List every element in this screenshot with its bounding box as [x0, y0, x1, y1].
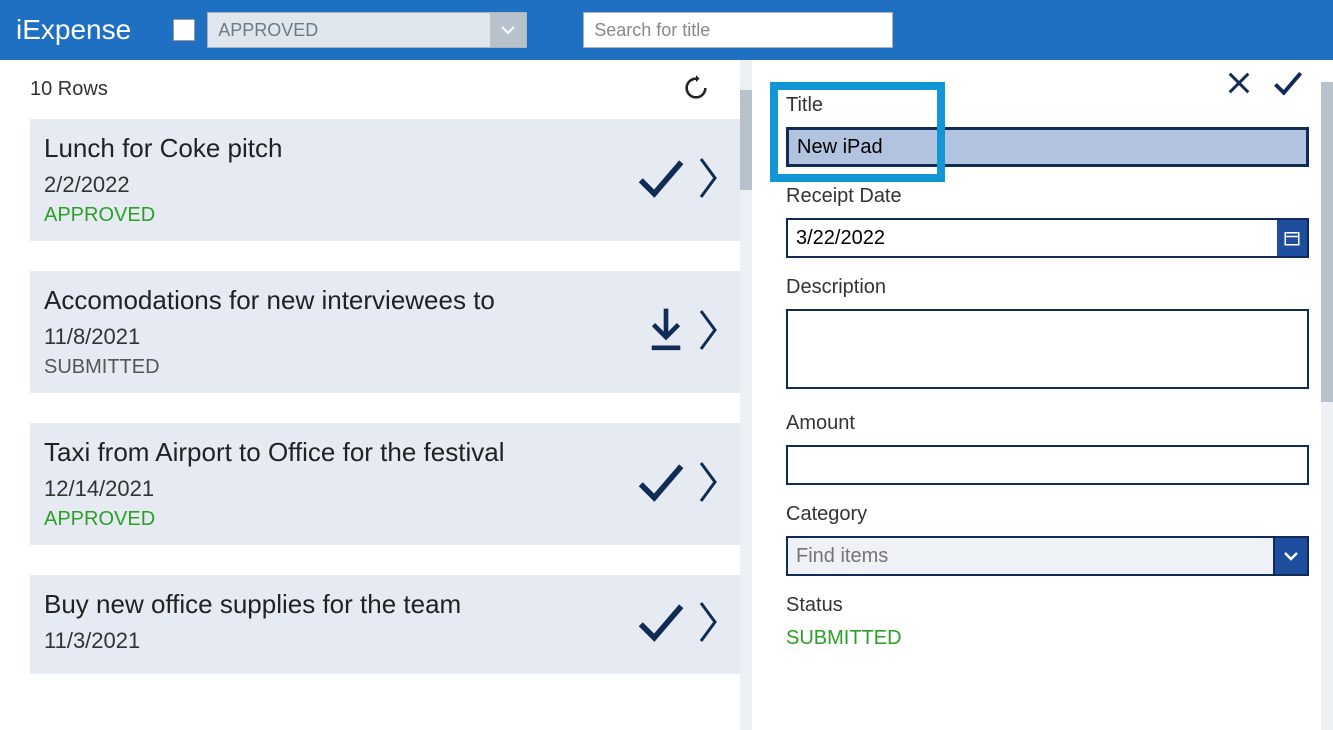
date-picker-button[interactable]	[1277, 218, 1309, 258]
row-count: 10 Rows	[30, 78, 740, 101]
item-status: SUBMITTED	[44, 356, 644, 379]
search-input[interactable]	[583, 12, 893, 48]
chevron-right-icon[interactable]	[696, 459, 722, 510]
description-label: Description	[786, 276, 1309, 299]
check-icon	[634, 151, 688, 210]
title-input[interactable]	[786, 127, 1309, 167]
detail-form-panel: Title Receipt Date Description Amount	[752, 60, 1333, 730]
app-title: iExpense	[16, 14, 131, 46]
calendar-icon	[1283, 229, 1301, 247]
category-label: Category	[786, 503, 1309, 526]
main-content: 10 Rows Lunch for Coke pitch 2/2/2022 AP…	[0, 60, 1333, 730]
list-item[interactable]: Buy new office supplies for the team 11/…	[30, 575, 740, 674]
status-filter-value: APPROVED	[218, 20, 318, 41]
category-input[interactable]	[786, 536, 1275, 576]
item-date: 2/2/2022	[44, 172, 634, 198]
item-title: Lunch for Coke pitch	[44, 133, 634, 164]
download-icon	[644, 305, 688, 360]
chevron-right-icon[interactable]	[696, 599, 722, 650]
item-title: Accomodations for new interviewees to	[44, 285, 644, 316]
check-icon	[634, 455, 688, 514]
status-filter-dropdown[interactable]: APPROVED	[207, 12, 527, 48]
item-date: 11/8/2021	[44, 324, 644, 350]
chevron-right-icon[interactable]	[696, 155, 722, 206]
scrollbar-thumb[interactable]	[740, 90, 752, 190]
chevron-down-icon	[1283, 548, 1299, 564]
status-value: SUBMITTED	[786, 627, 1309, 650]
status-label: Status	[786, 594, 1309, 617]
refresh-icon	[682, 74, 710, 102]
expense-list-panel: 10 Rows Lunch for Coke pitch 2/2/2022 AP…	[0, 60, 740, 730]
top-bar: iExpense APPROVED	[0, 0, 1333, 60]
filter-checkbox[interactable]	[173, 19, 195, 41]
item-title: Buy new office supplies for the team	[44, 589, 634, 620]
description-input[interactable]	[786, 309, 1309, 389]
list-item[interactable]: Lunch for Coke pitch 2/2/2022 APPROVED	[30, 119, 740, 241]
list-scrollbar[interactable]	[740, 60, 752, 730]
item-status: APPROVED	[44, 204, 634, 227]
scrollbar-thumb[interactable]	[1321, 82, 1333, 402]
form-scrollbar[interactable]	[1321, 82, 1333, 730]
item-title: Taxi from Airport to Office for the fest…	[44, 437, 634, 468]
list-item[interactable]: Accomodations for new interviewees to 11…	[30, 271, 740, 393]
item-date: 12/14/2021	[44, 476, 634, 502]
check-icon	[634, 595, 688, 654]
item-date: 11/3/2021	[44, 628, 634, 654]
item-status: APPROVED	[44, 508, 634, 531]
amount-input[interactable]	[786, 445, 1309, 485]
refresh-button[interactable]	[682, 74, 710, 110]
receipt-date-input[interactable]	[786, 218, 1277, 258]
amount-label: Amount	[786, 412, 1309, 435]
category-dropdown-button[interactable]	[1275, 536, 1309, 576]
chevron-down-icon	[490, 13, 526, 47]
list-item[interactable]: Taxi from Airport to Office for the fest…	[30, 423, 740, 545]
chevron-right-icon[interactable]	[696, 307, 722, 358]
expense-list: Lunch for Coke pitch 2/2/2022 APPROVED A…	[30, 119, 740, 719]
receipt-date-label: Receipt Date	[786, 185, 1309, 208]
title-label: Title	[786, 94, 1309, 117]
